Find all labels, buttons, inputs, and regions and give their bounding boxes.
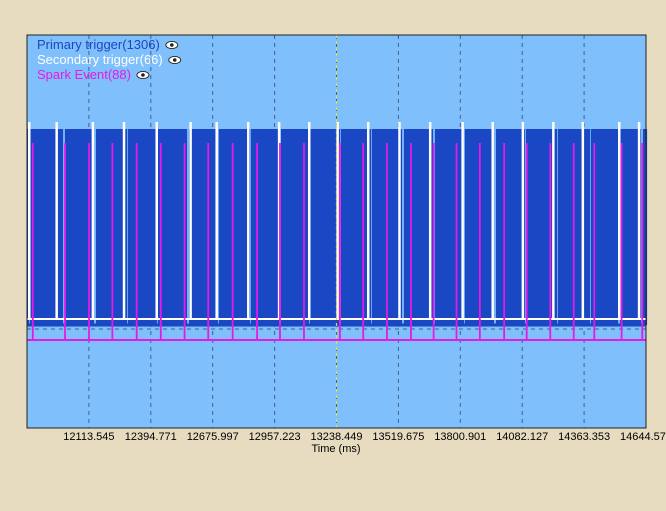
spark-event-pulse — [159, 143, 162, 340]
x-tick-label: 13519.675 — [372, 431, 424, 443]
secondary-trigger-pulse — [581, 122, 585, 319]
chart-panel: Primary trigger(1306) Secondary trigger(… — [0, 0, 666, 506]
spark-event-pulse — [231, 143, 234, 340]
secondary-trigger-pulse — [428, 122, 432, 319]
spark-event-pulse — [111, 143, 114, 340]
eye-icon-pupil — [172, 58, 177, 62]
spark-event-pulse — [549, 143, 552, 340]
secondary-trigger-pulse — [461, 122, 464, 319]
spark-event-pulse — [572, 143, 575, 340]
spark-event-pulse — [455, 143, 458, 340]
secondary-trigger-pulse — [552, 122, 555, 319]
secondary-trigger-pulse — [28, 122, 31, 319]
trigger-chart: Primary trigger(1306) Secondary trigger(… — [26, 34, 666, 455]
x-axis-ticks: 12113.545 12394.771 12675.997 12957.223 1323… — [63, 431, 666, 443]
x-tick-label: 13238.449 — [311, 431, 363, 443]
spark-event-pulse — [525, 143, 528, 340]
secondary-trigger-pulse — [215, 122, 218, 319]
secondary-trigger-pulse — [122, 122, 126, 319]
secondary-trigger-pulse — [189, 122, 192, 319]
spark-event-pulse — [279, 143, 281, 340]
x-tick-label: 12675.997 — [187, 431, 239, 443]
secondary-trigger-pulse — [398, 122, 401, 319]
secondary-trigger-pulse — [491, 122, 494, 319]
secondary-trigger-pulse — [637, 122, 641, 319]
eye-icon[interactable] — [165, 40, 179, 50]
legend-spark[interactable]: Spark Event(88) — [37, 67, 131, 82]
eye-icon-pupil — [141, 73, 145, 77]
spark-event-pulse — [338, 143, 341, 340]
spark-event-pulse — [31, 143, 34, 340]
secondary-trigger-pulse — [55, 122, 58, 319]
spark-event-pulse — [410, 143, 412, 340]
secondary-trigger-pulse — [155, 122, 158, 319]
spark-event-pulse — [88, 143, 90, 340]
x-tick-label: 14644.579 — [620, 431, 666, 443]
x-axis-title: Time (ms) — [311, 443, 360, 455]
legend-primary[interactable]: Primary trigger(1306) — [37, 37, 160, 52]
spark-event-pulse — [135, 143, 138, 340]
spark-event-pulse — [386, 143, 388, 340]
spark-event-pulse — [641, 143, 644, 340]
spark-event-pulse — [256, 143, 258, 340]
spark-event-pulse — [362, 143, 365, 340]
eye-icon[interactable] — [136, 70, 150, 80]
secondary-trigger-pulse — [521, 122, 525, 319]
x-tick-label: 13800.901 — [434, 431, 486, 443]
secondary-trigger-pulse — [307, 122, 311, 319]
spark-event-pulse — [183, 143, 186, 340]
secondary-trigger-pulse — [91, 122, 95, 319]
x-tick-label: 14082.127 — [496, 431, 548, 443]
x-tick-label: 12957.223 — [249, 431, 301, 443]
legend-secondary[interactable]: Secondary trigger(66) — [37, 52, 163, 67]
spark-event-pulse — [64, 143, 66, 340]
spark-event-pulse — [593, 143, 596, 340]
spark-event-pulse — [620, 143, 623, 340]
x-tick-label: 12113.545 — [63, 431, 114, 443]
secondary-trigger-pulse — [247, 122, 250, 319]
eye-icon-pupil — [170, 43, 174, 47]
secondary-trigger-pulse — [618, 122, 621, 319]
x-tick-label: 12394.771 — [125, 431, 177, 443]
eye-icon[interactable] — [168, 55, 182, 65]
spark-event-pulse — [503, 143, 506, 340]
spark-event-pulse — [207, 143, 210, 340]
spark-event-pulse — [303, 143, 305, 340]
spark-event-pulse — [432, 143, 435, 340]
spark-event-pulse — [478, 143, 481, 340]
x-tick-label: 14363.353 — [558, 431, 610, 443]
secondary-trigger-pulse — [366, 122, 370, 319]
